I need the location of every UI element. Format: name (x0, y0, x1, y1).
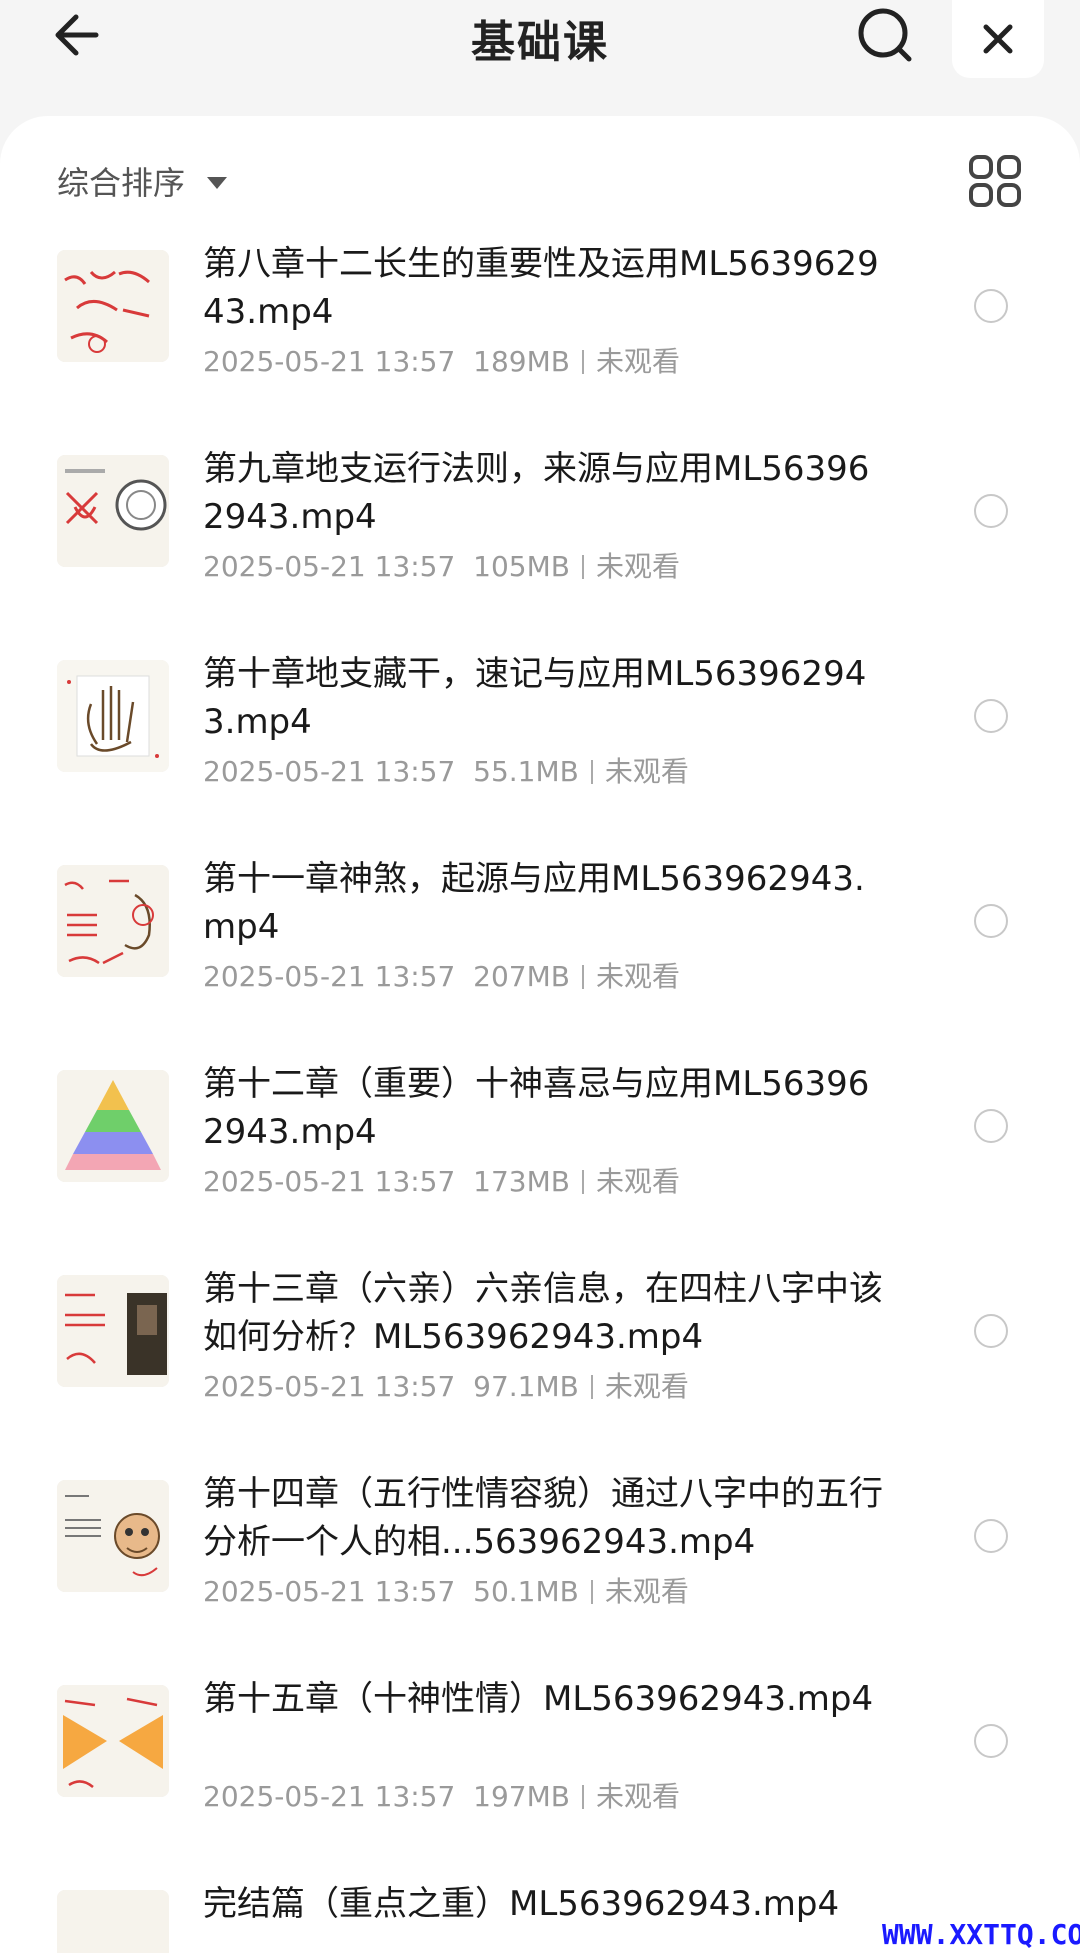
file-size: 97.1MB (473, 1370, 579, 1403)
watch-status: 未观看 (595, 550, 680, 583)
list-item[interactable]: 第十一章神煞，起源与应用ML563962943.mp4 2025-05-21 1… (0, 785, 1080, 993)
select-radio[interactable] (974, 699, 1008, 733)
select-radio[interactable] (974, 1314, 1008, 1348)
meta-divider (581, 555, 584, 579)
watch-status: 未观看 (595, 1780, 680, 1813)
file-meta: 2025-05-21 13:57 50.1MB 未观看 (203, 1570, 689, 1610)
file-meta: 2025-05-21 13:57 173MB 未观看 (203, 1160, 680, 1200)
list-item[interactable]: 第十章地支藏干，速记与应用ML563962943.mp4 2025-05-21 … (0, 580, 1080, 788)
file-size: 207MB (473, 960, 570, 993)
video-thumbnail (57, 1275, 169, 1387)
file-size: 189MB (473, 345, 570, 378)
meta-divider (590, 760, 593, 784)
video-thumbnail (57, 1890, 169, 1953)
meta-divider (581, 350, 584, 374)
top-bar: 基础课 (0, 0, 1080, 110)
file-size: 55.1MB (473, 755, 579, 788)
meta-divider (590, 1375, 593, 1399)
video-thumbnail (57, 1070, 169, 1182)
watch-status: 未观看 (595, 345, 680, 378)
close-icon (983, 24, 1013, 54)
file-size: 173MB (473, 1165, 570, 1198)
file-meta: 2025-05-21 13:57 197MB 未观看 (203, 1775, 680, 1815)
list-item[interactable]: 第十五章（十神性情）ML563962943.mp4 2025-05-21 13:… (0, 1605, 1080, 1813)
file-title: 第九章地支运行法则，来源与应用ML563962943.mp4 (203, 449, 870, 537)
video-thumbnail (57, 1685, 169, 1797)
close-button[interactable] (952, 0, 1044, 78)
select-radio[interactable] (974, 1519, 1008, 1553)
video-thumbnail (57, 865, 169, 977)
search-icon (858, 8, 912, 62)
watch-status: 未观看 (604, 1370, 689, 1403)
file-date: 2025-05-21 13:57 (203, 755, 456, 788)
watch-status: 未观看 (604, 755, 689, 788)
search-button[interactable] (850, 0, 920, 70)
watch-status: 未观看 (604, 1575, 689, 1608)
file-title: 第十三章（六亲）六亲信息，在四柱八字中该如何分析？ML563962943.mp4 (203, 1269, 883, 1357)
video-thumbnail (57, 250, 169, 362)
meta-divider (581, 1785, 584, 1809)
file-title: 第十五章（十神性情）ML563962943.mp4 (203, 1679, 874, 1719)
meta-divider (581, 965, 584, 989)
file-meta: 2025-05-21 13:57 189MB 未观看 (203, 340, 680, 380)
list-item[interactable]: 第十三章（六亲）六亲信息，在四柱八字中该如何分析？ML563962943.mp4… (0, 1195, 1080, 1403)
list-item[interactable]: 第九章地支运行法则，来源与应用ML563962943.mp4 2025-05-2… (0, 375, 1080, 583)
select-radio[interactable] (974, 904, 1008, 938)
file-date: 2025-05-21 13:57 (203, 345, 456, 378)
file-date: 2025-05-21 13:57 (203, 1370, 456, 1403)
file-meta: 2025-05-21 13:57 97.1MB 未观看 (203, 1365, 689, 1405)
file-size: 50.1MB (473, 1575, 579, 1608)
meta-divider (590, 1580, 593, 1604)
file-meta: 2025-05-21 13:57 207MB 未观看 (203, 955, 680, 995)
video-thumbnail (57, 455, 169, 567)
video-thumbnail (57, 1480, 169, 1592)
watch-status: 未观看 (595, 960, 680, 993)
file-title: 第十二章（重要）十神喜忌与应用ML563962943.mp4 (203, 1064, 870, 1152)
file-title: 第十章地支藏干，速记与应用ML563962943.mp4 (203, 654, 867, 742)
site-watermark: WWW.XXTTQ.COM (882, 1918, 1080, 1951)
list-item[interactable]: 第十四章（五行性情容貌）通过八字中的五行分析一个人的相...563962943.… (0, 1400, 1080, 1608)
watch-status: 未观看 (595, 1165, 680, 1198)
select-radio[interactable] (974, 1724, 1008, 1758)
file-browser-screen: 基础课 综合排序 第八章十二长生的重要性及运用ML563962943.mp4 2… (0, 0, 1080, 1953)
file-meta: 2025-05-21 13:57 55.1MB 未观看 (203, 750, 689, 790)
file-title: 完结篇（重点之重）ML563962943.mp4 (203, 1884, 840, 1924)
file-date: 2025-05-21 13:57 (203, 960, 456, 993)
file-size: 105MB (473, 550, 570, 583)
file-title: 第十四章（五行性情容貌）通过八字中的五行分析一个人的相...563962943.… (203, 1474, 883, 1562)
list-item[interactable]: 第十二章（重要）十神喜忌与应用ML563962943.mp4 2025-05-2… (0, 990, 1080, 1198)
file-date: 2025-05-21 13:57 (203, 1165, 456, 1198)
file-title: 第十一章神煞，起源与应用ML563962943.mp4 (203, 859, 865, 947)
file-size: 197MB (473, 1780, 570, 1813)
file-date: 2025-05-21 13:57 (203, 550, 456, 583)
file-meta: 2025-05-21 13:57 105MB 未观看 (203, 545, 680, 585)
select-radio[interactable] (974, 494, 1008, 528)
file-date: 2025-05-21 13:57 (203, 1575, 456, 1608)
select-radio[interactable] (974, 289, 1008, 323)
select-radio[interactable] (974, 1109, 1008, 1143)
meta-divider (581, 1170, 584, 1194)
file-date: 2025-05-21 13:57 (203, 1780, 456, 1813)
file-title: 第八章十二长生的重要性及运用ML563962943.mp4 (203, 244, 879, 332)
list-item[interactable]: 第八章十二长生的重要性及运用ML563962943.mp4 2025-05-21… (0, 170, 1080, 378)
video-thumbnail (57, 660, 169, 772)
